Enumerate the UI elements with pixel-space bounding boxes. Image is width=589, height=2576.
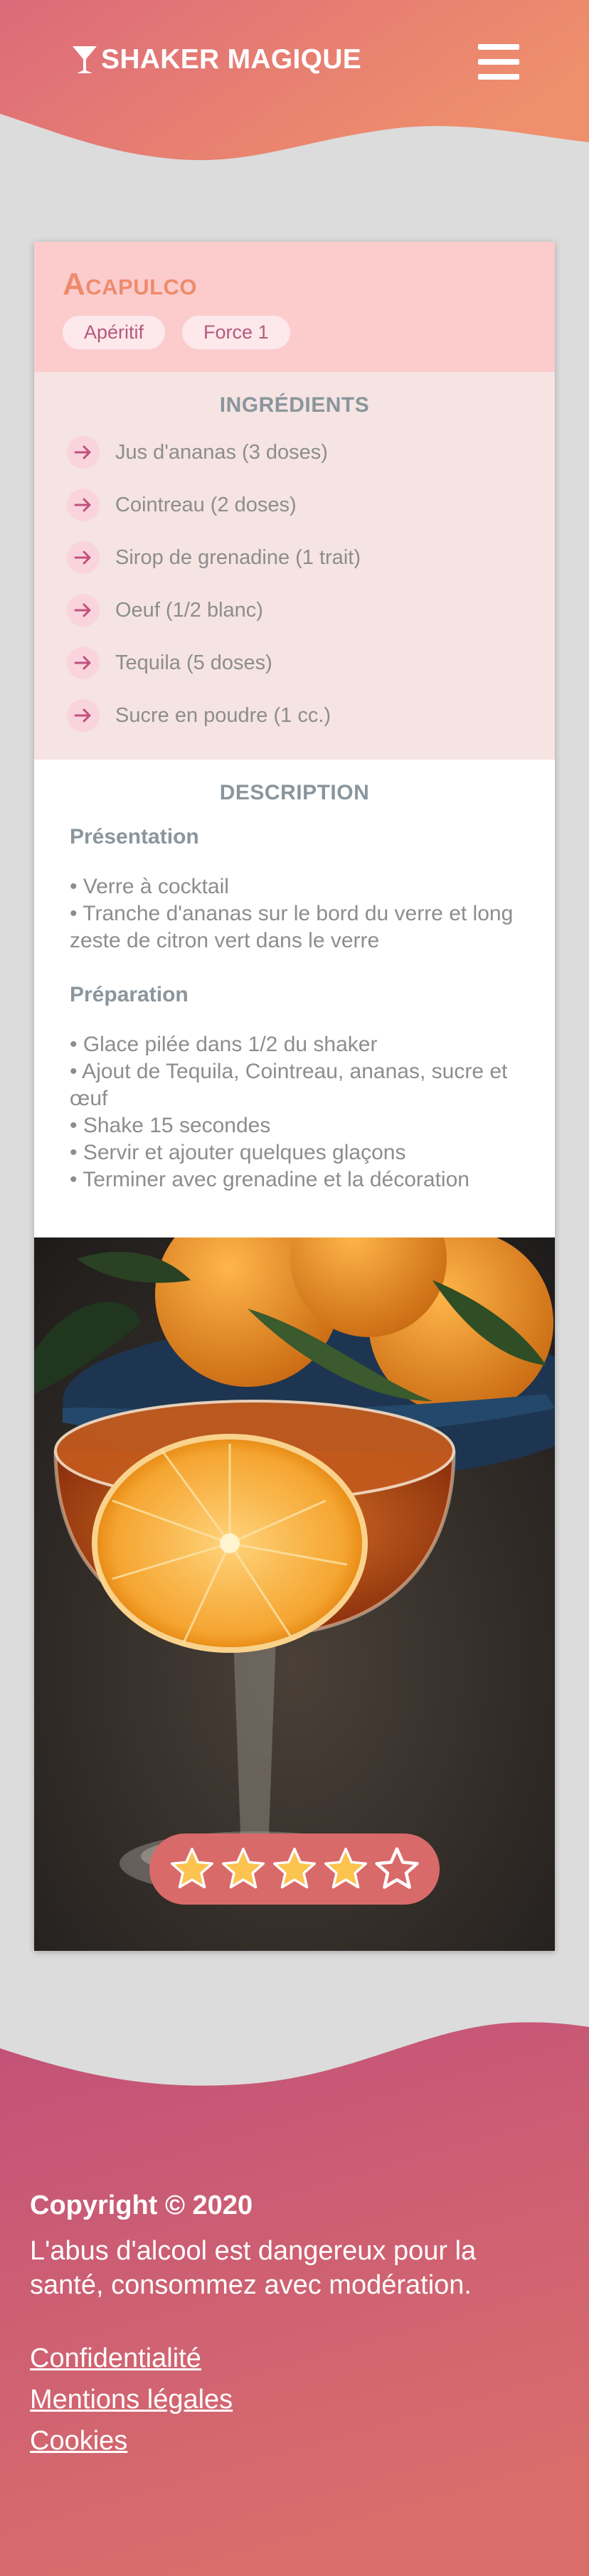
cocktail-name: Acapulco [63, 267, 198, 302]
ingredient-label: Tequila (5 doses) [115, 651, 272, 674]
cocktail-glass-icon [73, 46, 97, 73]
star-empty-icon[interactable] [373, 1845, 421, 1893]
cocktail-photo [34, 1238, 555, 1951]
arrow-right-icon [67, 489, 100, 521]
preparation-line: • Terminer avec grenadine et la décorati… [70, 1168, 469, 1191]
tag-list: Apéritif Force 1 [63, 316, 526, 349]
preparation-title: Préparation [70, 983, 189, 1006]
preparation-line: • Ajout de Tequila, Cointreau, ananas, s… [70, 1060, 508, 1110]
arrow-right-icon [67, 436, 100, 469]
ingredient-item: Tequila (5 doses) [67, 637, 555, 689]
hamburger-menu-icon[interactable] [478, 44, 519, 80]
legal-notice-link[interactable]: Mentions légales [30, 2379, 528, 2420]
star-rating[interactable] [149, 1833, 440, 1905]
arrow-right-icon [67, 541, 100, 574]
site-footer: Copyright © 2020 L'abus d'alcool est dan… [0, 2013, 589, 2576]
preparation-line: • Servir et ajouter quelques glaçons [70, 1141, 406, 1164]
arrow-right-icon [67, 594, 100, 627]
star-filled-icon[interactable] [219, 1845, 267, 1893]
tag-category[interactable]: Apéritif [63, 316, 166, 349]
copyright: Copyright © 2020 [30, 2191, 253, 2220]
preparation-line: • Shake 15 secondes [70, 1114, 271, 1137]
cocktail-card: Acapulco Apéritif Force 1 INGRÉDIENTS Ju… [34, 242, 555, 1951]
ingredient-item: Sirop de grenadine (1 trait) [67, 531, 555, 584]
presentation-title: Présentation [70, 825, 199, 848]
footer-content: Copyright © 2020 L'abus d'alcool est dan… [30, 2191, 528, 2461]
ingredient-item: Oeuf (1/2 blanc) [67, 584, 555, 637]
presentation-line: • Verre à cocktail [70, 875, 229, 898]
ingredient-label: Cointreau (2 doses) [115, 493, 297, 516]
site-header: SHAKER MAGIQUE [0, 0, 589, 164]
star-filled-icon[interactable] [168, 1845, 216, 1893]
site-logo[interactable]: SHAKER MAGIQUE [71, 44, 361, 75]
presentation-text: • Verre à cocktail • Tranche d'ananas su… [70, 873, 519, 954]
card-header: Acapulco Apéritif Force 1 [34, 242, 555, 372]
description-title: DESCRIPTION [219, 781, 370, 804]
ingredient-label: Jus d'ananas (3 doses) [115, 440, 328, 464]
arrow-right-icon [67, 699, 100, 732]
star-filled-icon[interactable] [322, 1845, 370, 1893]
preparation-text: • Glace pilée dans 1/2 du shaker • Ajout… [70, 1031, 519, 1193]
cookies-link[interactable]: Cookies [30, 2420, 528, 2461]
ingredients-section: INGRÉDIENTS Jus d'ananas (3 doses) Coint… [34, 372, 555, 760]
ingredient-item: Sucre en poudre (1 cc.) [67, 689, 555, 742]
description-section: DESCRIPTION Présentation • Verre à cockt… [34, 760, 555, 1238]
header-wave-background [0, 0, 589, 161]
brand-name: SHAKER MAGIQUE [101, 44, 362, 75]
ingredients-list: Jus d'ananas (3 doses) Cointreau (2 dose… [34, 426, 555, 742]
star-filled-icon[interactable] [270, 1845, 319, 1893]
ingredient-item: Jus d'ananas (3 doses) [67, 426, 555, 479]
privacy-link[interactable]: Confidentialité [30, 2338, 528, 2379]
preparation-line: • Glace pilée dans 1/2 du shaker [70, 1033, 378, 1056]
alcohol-warning: L'abus d'alcool est dangereux pour la sa… [30, 2236, 477, 2300]
ingredient-label: Oeuf (1/2 blanc) [115, 598, 263, 622]
ingredient-item: Cointreau (2 doses) [67, 479, 555, 531]
tag-strength[interactable]: Force 1 [182, 316, 290, 349]
ingredient-label: Sirop de grenadine (1 trait) [115, 545, 361, 569]
ingredients-title: INGRÉDIENTS [219, 393, 370, 417]
presentation-line: • Tranche d'ananas sur le bord du verre … [70, 902, 514, 952]
ingredient-label: Sucre en poudre (1 cc.) [115, 703, 331, 727]
arrow-right-icon [67, 646, 100, 679]
